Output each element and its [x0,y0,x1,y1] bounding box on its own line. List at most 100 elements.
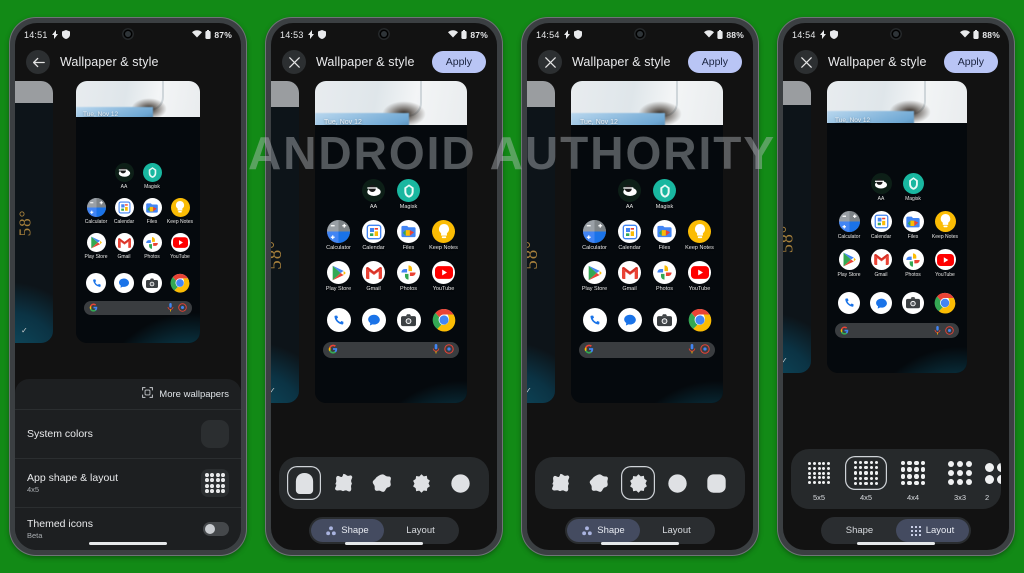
microphone-icon[interactable] [934,322,941,340]
app-item[interactable]: Calendar [865,211,897,241]
back-arrow-icon[interactable] [26,50,50,74]
app-item[interactable]: Files [138,198,166,226]
app-item[interactable]: AA [865,173,897,203]
app-item[interactable]: Play Store [577,261,612,293]
microphone-icon[interactable] [688,341,696,359]
tab-shape[interactable]: Shape [823,519,896,542]
wallpaper-preview-carousel[interactable]: 58° ✓ Tue, Nov 12 AA Magisk Calculator C… [783,81,1009,381]
previous-wallpaper-peek[interactable]: 58° ✓ [15,81,53,343]
app-item[interactable]: Gmail [110,233,138,261]
app-item[interactable]: Gmail [865,249,897,279]
app-item[interactable]: Calculator [577,220,612,252]
app-item[interactable]: Gmail [356,261,391,293]
app-item[interactable]: YouTube [682,261,717,293]
shape-option-squircle[interactable] [699,466,733,500]
app-item[interactable]: YouTube [166,233,194,261]
app-item[interactable]: Play Store [321,261,356,293]
layout-option-3x3[interactable]: 3x3 [938,456,982,502]
dock-item[interactable] [833,292,865,314]
dock-item[interactable] [929,292,961,314]
tab-shape[interactable]: Shape [311,519,384,542]
app-item[interactable]: Magisk [138,163,166,191]
close-icon[interactable] [794,50,818,74]
dock-item[interactable] [166,273,194,293]
themed-icons-toggle[interactable] [203,522,229,536]
app-item[interactable]: Calculator [321,220,356,252]
dock-item[interactable] [110,273,138,293]
apply-button[interactable]: Apply [687,51,742,73]
home-screen-preview[interactable]: Tue, Nov 12 AA Magisk Calculator Calenda… [571,81,723,403]
dock-item[interactable] [647,308,682,332]
layout-options-row[interactable]: 5x5 4x5 4x4 3x3 2 [791,449,1001,509]
dock-item[interactable] [356,308,391,332]
wallpaper-preview-carousel[interactable]: 58° ✓ Tue, Nov 12 AA Magisk Calculator C… [527,81,753,411]
dock-item[interactable] [138,273,166,293]
dock-item[interactable] [865,292,897,314]
previous-wallpaper-peek[interactable]: 58° ✓ [783,81,811,373]
layout-option-4x4[interactable]: 4x4 [891,456,935,502]
microphone-icon[interactable] [432,341,440,359]
tab-layout[interactable]: Layout [640,519,713,542]
app-item[interactable]: Keep Notes [166,198,194,226]
dock-item[interactable] [897,292,929,314]
shape-option-cog-burst[interactable] [404,466,438,500]
app-item[interactable]: Gmail [612,261,647,293]
dock-item[interactable] [391,308,426,332]
dock-item[interactable] [321,308,356,332]
shape-option-arch[interactable] [287,466,321,500]
app-item[interactable]: Magisk [897,173,929,203]
tab-layout[interactable]: Layout [384,519,457,542]
app-item[interactable]: Files [647,220,682,252]
app-item[interactable]: Play Store [82,233,110,261]
dock-item[interactable] [577,308,612,332]
google-lens-icon[interactable] [945,322,954,340]
setting-row-system-colors[interactable]: System colors [15,410,241,459]
tab-shape[interactable]: Shape [567,519,640,542]
google-search-bar[interactable] [835,323,959,338]
app-item[interactable]: YouTube [929,249,961,279]
shape-options-row[interactable] [535,457,745,509]
google-lens-icon[interactable] [700,341,710,359]
google-search-bar[interactable] [579,342,715,358]
google-search-bar[interactable] [323,342,459,358]
previous-wallpaper-peek[interactable]: 58° ✓ [271,81,299,403]
home-screen-preview[interactable]: Tue, Nov 12 AA Magisk Calculator Calenda… [827,81,967,373]
shape-option-cog-burst[interactable] [621,466,655,500]
app-item[interactable]: Play Store [833,249,865,279]
app-item[interactable]: AA [110,163,138,191]
setting-row-app-shape-layout[interactable]: App shape & layout 4x5 [15,459,241,508]
close-icon[interactable] [538,50,562,74]
layout-option-5x5[interactable]: 5x5 [797,456,841,502]
app-item[interactable]: Calendar [356,220,391,252]
dock-item[interactable] [682,308,717,332]
app-item[interactable]: Calculator [833,211,865,241]
close-icon[interactable] [282,50,306,74]
app-item[interactable]: AA [356,179,391,211]
app-item[interactable]: Keep Notes [682,220,717,252]
app-item[interactable]: Photos [138,233,166,261]
app-item[interactable]: Photos [897,249,929,279]
apply-button[interactable]: Apply [943,51,998,73]
home-screen-preview[interactable]: Tue, Nov 12 AA Magisk Calculator Calenda… [315,81,467,403]
more-wallpapers-row[interactable]: More wallpapers [15,379,241,410]
app-item[interactable]: Calendar [110,198,138,226]
microphone-icon[interactable] [167,299,174,317]
shape-options-row[interactable] [279,457,489,509]
grid-preview-icon[interactable] [201,469,229,497]
layout-option-2x2-partial[interactable]: 2 [985,456,1001,502]
wallpaper-preview-carousel[interactable]: 58° ✓ Tue, Nov 12 AA Magisk Calculator C… [15,81,241,349]
shape-option-blob-heptagon[interactable] [365,466,399,500]
tab-layout[interactable]: Layout [896,519,969,542]
shape-option-clover[interactable] [543,466,577,500]
app-item[interactable]: Calculator [82,198,110,226]
app-item[interactable]: Photos [647,261,682,293]
app-item[interactable]: Files [897,211,929,241]
shape-option-blob-heptagon[interactable] [582,466,616,500]
dock-item[interactable] [82,273,110,293]
shape-option-circle[interactable] [660,466,694,500]
dock-item[interactable] [612,308,647,332]
app-item[interactable]: Keep Notes [929,211,961,241]
layout-option-4x5[interactable]: 4x5 [844,456,888,502]
app-item[interactable]: YouTube [426,261,461,293]
google-search-bar[interactable] [84,301,192,315]
